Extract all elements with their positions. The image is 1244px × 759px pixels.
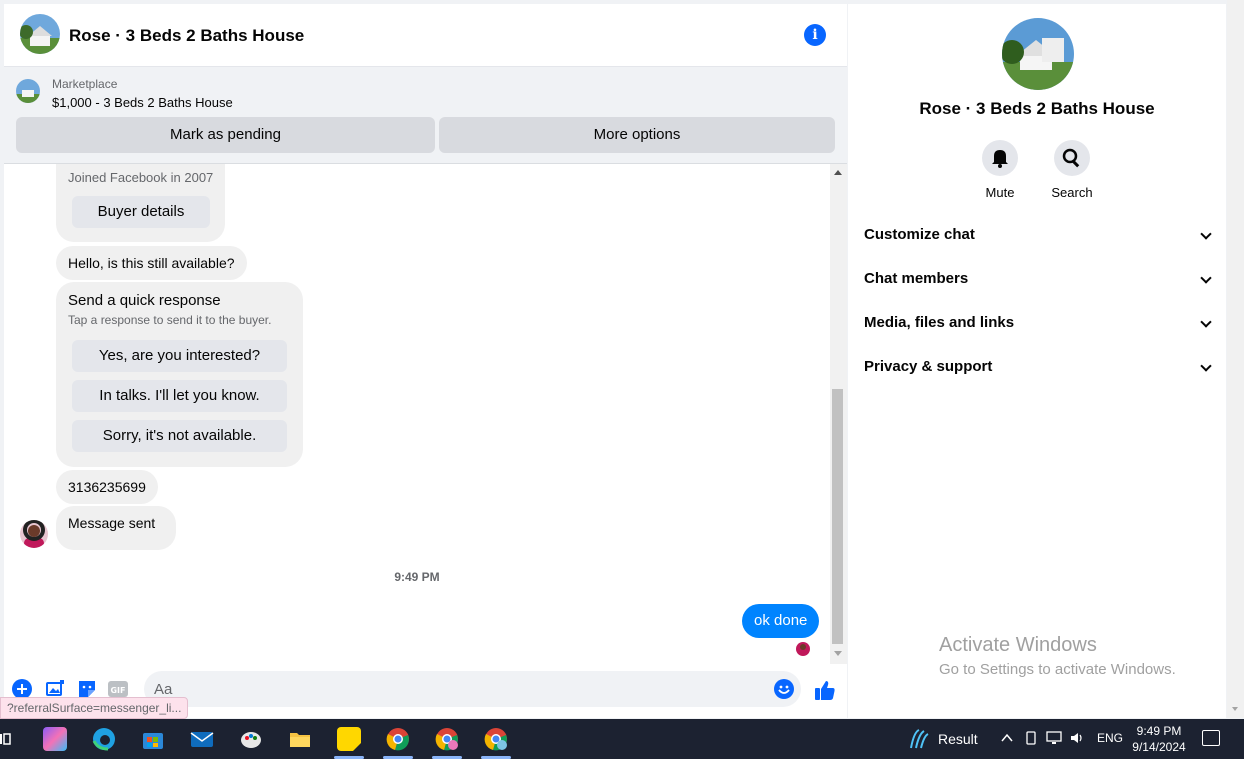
scroll-down-arrow-icon[interactable] xyxy=(834,651,842,656)
page-scrollbar[interactable] xyxy=(1227,0,1244,718)
chevron-down-icon xyxy=(1200,360,1212,372)
volume-icon[interactable] xyxy=(1070,731,1086,748)
edge-icon[interactable] xyxy=(92,727,116,751)
chat-header: Rose · 3 Beds 2 Baths House i xyxy=(4,4,847,67)
marketplace-banner: Marketplace $1,000 - 3 Beds 2 Baths Hous… xyxy=(4,67,847,164)
quick-response-card: Send a quick response Tap a response to … xyxy=(56,282,303,467)
quick-response-subtitle: Tap a response to send it to the buyer. xyxy=(68,313,272,327)
section-label: Customize chat xyxy=(864,226,975,243)
gif-icon-label: GIF xyxy=(110,686,125,695)
thumbs-up-icon[interactable] xyxy=(812,677,838,703)
quick-reply-not-available-button[interactable]: Sorry, it's not available. xyxy=(72,420,287,452)
search-label: Search xyxy=(1051,185,1093,200)
listing-avatar[interactable] xyxy=(20,14,60,54)
windows-taskbar: Result ENG 9:49 PM 9/14/2024 xyxy=(0,719,1244,759)
clock-time: 9:49 PM xyxy=(1136,724,1182,738)
chevron-down-icon xyxy=(1200,316,1212,328)
chevron-up-icon[interactable] xyxy=(1000,731,1014,748)
listing-thumbnail[interactable] xyxy=(16,79,40,103)
clock-date: 9/14/2024 xyxy=(1132,740,1186,754)
mail-icon[interactable] xyxy=(190,727,214,751)
buyer-info-card: Joined Facebook in 2007 Buyer details xyxy=(56,164,225,242)
quick-response-title: Send a quick response xyxy=(68,292,221,309)
paint-icon[interactable] xyxy=(239,727,263,751)
message-bubble: 3136235699 xyxy=(56,470,158,504)
message-bubble: Message sent xyxy=(56,506,176,550)
section-label: Chat members xyxy=(864,270,969,287)
sender-avatar[interactable] xyxy=(20,520,48,548)
listing-avatar-large[interactable] xyxy=(1002,18,1074,90)
network-icon[interactable] xyxy=(1046,731,1062,748)
plus-icon[interactable] xyxy=(12,679,32,699)
marketplace-label: Marketplace xyxy=(52,77,118,91)
listing-title[interactable]: $1,000 - 3 Beds 2 Baths House xyxy=(52,95,233,110)
weather-widget-label[interactable]: Result xyxy=(938,731,978,747)
info-icon[interactable]: i xyxy=(804,24,826,46)
screen: Rose · 3 Beds 2 Baths House i Marketplac… xyxy=(0,0,1244,759)
bell-icon xyxy=(982,140,1018,176)
microsoft-store-icon[interactable] xyxy=(141,727,165,751)
sticky-notes-icon[interactable] xyxy=(337,727,361,751)
search-in-conversation-button[interactable]: Search xyxy=(1042,140,1102,200)
conversation-info-panel: Rose · 3 Beds 2 Baths House Mute Search … xyxy=(848,4,1226,718)
section-privacy-support[interactable]: Privacy & support xyxy=(864,347,1212,387)
task-view-icon[interactable] xyxy=(0,727,12,751)
language-indicator[interactable]: ENG xyxy=(1097,731,1123,745)
search-icon xyxy=(1054,140,1090,176)
notification-icon[interactable] xyxy=(1202,730,1220,746)
message-list: Joined Facebook in 2007 Buyer details He… xyxy=(4,164,830,664)
clock[interactable]: 9:49 PM 9/14/2024 xyxy=(1130,723,1188,755)
section-customize-chat[interactable]: Customize chat xyxy=(864,215,1212,255)
quick-reply-interested-button[interactable]: Yes, are you interested? xyxy=(72,340,287,372)
watermark-line2: Go to Settings to activate Windows. xyxy=(939,661,1176,678)
file-explorer-icon[interactable] xyxy=(288,727,312,751)
mark-as-pending-button[interactable]: Mark as pending xyxy=(16,117,435,153)
chrome-icon[interactable] xyxy=(386,727,410,751)
chat-title[interactable]: Rose · 3 Beds 2 Baths House xyxy=(69,26,304,46)
info-panel-title: Rose · 3 Beds 2 Baths House xyxy=(919,99,1155,118)
joined-facebook-text: Joined Facebook in 2007 xyxy=(68,170,214,185)
quick-reply-in-talks-button[interactable]: In talks. I'll let you know. xyxy=(72,380,287,412)
outgoing-message-bubble: ok done xyxy=(742,604,820,638)
weather-widget-icon[interactable] xyxy=(908,728,930,750)
messages-scrollbar[interactable] xyxy=(830,164,847,664)
section-label: Privacy & support xyxy=(864,358,993,375)
scrollbar-thumb[interactable] xyxy=(832,389,843,644)
chat-pane: Rose · 3 Beds 2 Baths House i Marketplac… xyxy=(4,4,847,718)
chevron-down-icon xyxy=(1200,272,1212,284)
message-timestamp: 9:49 PM xyxy=(394,570,440,584)
more-options-button[interactable]: More options xyxy=(439,117,835,153)
link-url-tooltip: ?referralSurface=messenger_li... xyxy=(0,697,189,719)
mute-button[interactable]: Mute xyxy=(970,140,1030,200)
section-chat-members[interactable]: Chat members xyxy=(864,259,1212,299)
sticker-icon[interactable] xyxy=(77,679,97,699)
section-media-files-links[interactable]: Media, files and links xyxy=(864,303,1212,343)
chevron-down-icon xyxy=(1200,228,1212,240)
emoji-icon[interactable] xyxy=(774,679,794,699)
section-label: Media, files and links xyxy=(864,314,1015,331)
activate-windows-watermark: Activate Windows Go to Settings to activ… xyxy=(939,634,1176,678)
chrome-profile-icon[interactable] xyxy=(484,727,508,751)
mute-label: Mute xyxy=(985,185,1015,200)
page-scroll-down-icon[interactable] xyxy=(1232,707,1238,711)
buyer-details-button[interactable]: Buyer details xyxy=(72,196,210,228)
gif-icon[interactable]: GIF xyxy=(108,679,128,699)
device-icon[interactable] xyxy=(1024,731,1038,748)
message-bubble: Hello, is this still available? xyxy=(56,246,247,280)
copilot-icon[interactable] xyxy=(43,727,67,751)
message-input[interactable] xyxy=(144,671,801,707)
chrome-profile-icon[interactable] xyxy=(435,727,459,751)
scroll-up-arrow-icon[interactable] xyxy=(834,170,842,175)
watermark-line1: Activate Windows xyxy=(939,634,1097,656)
photo-icon[interactable] xyxy=(45,679,65,699)
seen-indicator-avatar xyxy=(796,642,810,656)
